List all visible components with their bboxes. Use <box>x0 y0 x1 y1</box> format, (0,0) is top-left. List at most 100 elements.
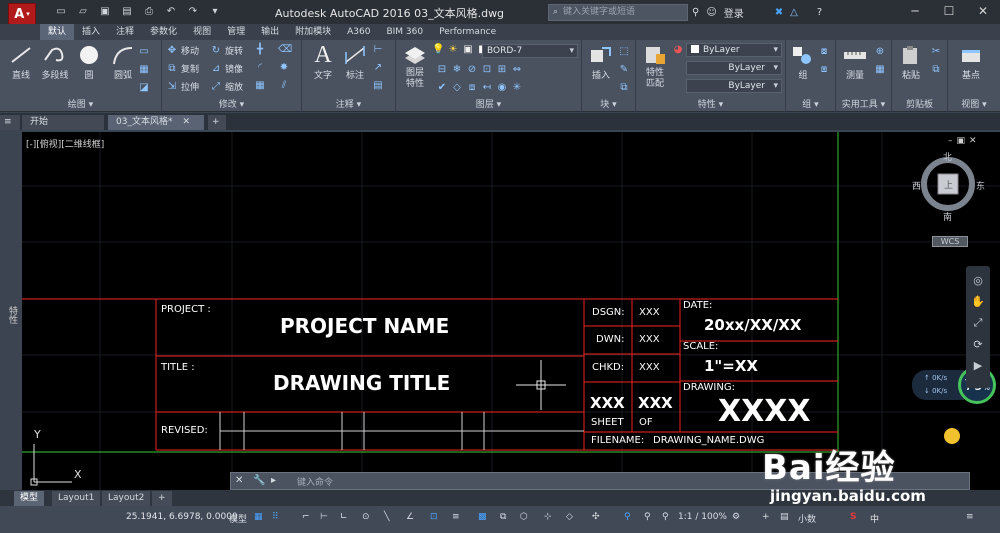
tab-layout1[interactable]: Layout1 <box>52 491 101 506</box>
annotation-scale-dropdown[interactable]: 1:1 / 100% <box>678 512 727 522</box>
tab-current-drawing[interactable]: 03_文本风格* ✕ <box>108 115 204 130</box>
a360-icon[interactable]: △ <box>790 7 798 18</box>
tab-insert[interactable]: 插入 <box>74 24 108 40</box>
leader-tool[interactable]: ↗ <box>372 62 384 73</box>
zoom-extents-icon[interactable]: ⤢ <box>966 316 990 330</box>
measure-tool[interactable]: 测量 <box>838 44 872 81</box>
layer-walk-icon[interactable]: ◇ <box>451 82 463 93</box>
arc-tool[interactable]: 圆弧 <box>106 44 140 81</box>
wcs-menu[interactable]: WCS <box>932 236 968 247</box>
boundary-tool[interactable]: ◪ <box>138 82 150 93</box>
qat-dropdown-icon[interactable]: ▾ <box>208 5 222 18</box>
insert-block-tool[interactable]: 插入 <box>584 44 618 81</box>
viewcube[interactable]: 北 南 东 西 上 <box>912 153 985 230</box>
tab-default[interactable]: 默认 <box>40 24 75 40</box>
properties-palette-strip[interactable]: 特性 <box>0 130 22 490</box>
ime-mode-icon[interactable]: 中 <box>870 512 879 525</box>
table-tool[interactable]: ▤ <box>372 80 384 91</box>
polyline-tool[interactable]: 多段线 <box>38 44 72 81</box>
tab-layout2[interactable]: Layout2 <box>102 491 151 506</box>
command-input[interactable]: 键入命令 <box>297 475 333 488</box>
polar-tracking-icon[interactable]: ⊙ <box>362 512 370 522</box>
selection-cycling-icon[interactable]: ⧉ <box>500 512 506 522</box>
open-file-icon[interactable]: ▱ <box>76 5 90 18</box>
help-button[interactable]: ? <box>817 7 822 18</box>
ortho-icon[interactable]: ∟ <box>340 512 348 522</box>
group-edit-tool[interactable]: ⧆ <box>818 64 830 75</box>
layer-current-icon[interactable]: ✔ <box>436 82 448 93</box>
stretch-tool[interactable]: ⇲ 拉伸 <box>166 80 199 93</box>
explode-tool[interactable]: ✸ <box>278 62 290 73</box>
layer-prev-icon[interactable]: ↤ <box>481 82 493 93</box>
viewport-restore-icon[interactable]: ▣ <box>957 136 970 146</box>
text-tool[interactable]: A 文字 <box>306 43 340 81</box>
layer-on-icon[interactable]: ◉ <box>496 82 508 93</box>
utilities-panel-title[interactable]: 实用工具 ▾ <box>836 97 891 110</box>
customize-statusbar-icon[interactable]: ≡ <box>966 512 974 522</box>
steeringwheel-icon[interactable]: ◎ <box>966 274 990 287</box>
layer-freeze-icon[interactable]: ❄ <box>451 64 463 75</box>
tab-a360[interactable]: A360 <box>339 24 378 40</box>
paste-tool[interactable]: 粘贴 <box>894 44 928 81</box>
annotation-panel-title[interactable]: 注释 ▾ <box>302 97 395 110</box>
tab-start[interactable]: 开始 <box>22 115 104 130</box>
layer-iso-icon[interactable]: ⊟ <box>436 64 448 75</box>
add-tab-button[interactable]: + <box>208 115 226 130</box>
annotation-scale-icon[interactable]: ⚲ <box>662 512 669 522</box>
user-icon[interactable]: ☺ <box>706 7 716 18</box>
cmd-close-icon[interactable]: ✕ <box>235 475 243 486</box>
snap-toggle-icon[interactable]: ⠿ <box>272 512 279 522</box>
tab-bim360[interactable]: BIM 360 <box>378 24 431 40</box>
view-panel-title[interactable]: 视图 ▾ <box>948 97 1000 110</box>
layer-properties-tool[interactable]: 图层 特性 <box>398 44 432 90</box>
maximize-icon[interactable]: ☐ <box>932 0 966 22</box>
orbit-icon[interactable]: ⟳ <box>966 338 990 351</box>
mirror-tool[interactable]: ⊿ 镜像 <box>210 62 243 75</box>
viewcube-south[interactable]: 南 <box>943 210 952 223</box>
hatch-tool[interactable]: ▦ <box>138 64 150 75</box>
minimize-icon[interactable]: ─ <box>898 0 932 22</box>
color-dropdown[interactable]: ByLayer <box>686 43 782 57</box>
rectangle-tool[interactable]: ▭ <box>138 46 150 57</box>
scale-tool[interactable]: ⤢ 缩放 <box>210 80 243 93</box>
tab-view[interactable]: 视图 <box>185 24 219 40</box>
layer-lock-icon[interactable]: ⊡ <box>481 64 493 75</box>
object-snap-tracking-icon[interactable]: ∠ <box>406 512 414 522</box>
layer-thaw-icon[interactable]: ✳ <box>511 82 523 93</box>
viewport-minimize-icon[interactable]: – <box>948 136 957 146</box>
drawing-viewport[interactable]: [-][俯视][二维线框] Y X PROJECT : PROJECT NAME… <box>22 132 1000 490</box>
properties-panel-title[interactable]: 特性 ▾ <box>636 97 785 110</box>
annotation-monitor-icon[interactable]: + <box>762 512 770 522</box>
search-input[interactable]: ⌕ 键入关键字或短语 <box>548 4 688 21</box>
object-snap-icon[interactable]: ⊡ <box>430 512 438 522</box>
binoculars-icon[interactable]: ⚲ <box>692 7 699 18</box>
base-view-tool[interactable]: 基点 <box>954 44 988 81</box>
tab-output[interactable]: 输出 <box>253 24 287 40</box>
login-button[interactable]: 登录 <box>724 5 744 20</box>
quick-select-tool[interactable]: ⊕ <box>874 46 886 57</box>
viewport-controls-label[interactable]: [-][俯视][二维线框] <box>26 137 104 150</box>
workspace-gear-icon[interactable]: ⚙ <box>732 512 740 522</box>
move-tool[interactable]: ✥ 移动 <box>166 44 199 57</box>
lineweight-icon[interactable]: ≡ <box>452 512 460 522</box>
cut-tool[interactable]: ✂ <box>930 46 942 57</box>
close-icon[interactable]: ✕ <box>966 0 1000 22</box>
dynamic-ucs-icon[interactable]: ⊹ <box>544 512 552 522</box>
isodraft-icon[interactable]: ╲ <box>384 512 389 522</box>
viewcube-north[interactable]: 北 <box>943 150 952 163</box>
add-layout-button[interactable]: + <box>152 491 172 506</box>
auto-scale-icon[interactable]: ⚲ <box>644 512 651 522</box>
cmd-settings-icon[interactable]: 🔧 <box>253 475 265 486</box>
ime-s-icon[interactable]: S <box>850 512 856 522</box>
copy-clip-tool[interactable]: ⧉ <box>930 64 942 75</box>
tab-model[interactable]: 模型 <box>14 491 45 506</box>
layer-off-icon[interactable]: ⊘ <box>466 64 478 75</box>
layer-merge-icon[interactable]: ⧈ <box>466 82 478 93</box>
viewcube-west[interactable]: 西 <box>912 179 921 192</box>
gizmo-icon[interactable]: ✣ <box>592 512 600 522</box>
offset-tool[interactable]: ⫽ <box>278 80 290 91</box>
new-file-icon[interactable]: ▭ <box>54 5 68 18</box>
linear-dim-tool[interactable]: ⊢ <box>372 44 384 55</box>
fillet-tool[interactable]: ◜ <box>254 62 266 73</box>
line-tool[interactable]: 直线 <box>4 44 38 81</box>
